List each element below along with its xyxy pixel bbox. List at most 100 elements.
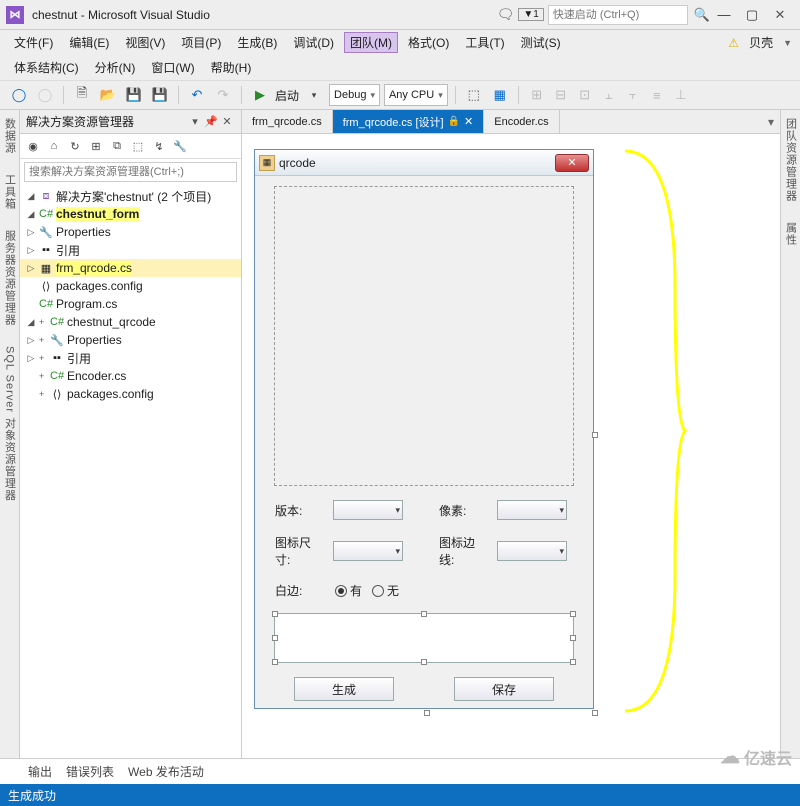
- menu-team[interactable]: 团队(M): [344, 32, 398, 53]
- properties-node-1[interactable]: ▷🔧Properties: [20, 223, 241, 241]
- button-save[interactable]: 保存: [454, 677, 554, 701]
- search-icon[interactable]: 🔍: [694, 7, 710, 23]
- refs-node-2[interactable]: ▷+▪▪引用: [20, 349, 241, 367]
- rail-sql-server[interactable]: SQL Server 对象资源管理器: [2, 342, 18, 505]
- solution-node[interactable]: ◢⧈解决方案'chestnut' (2 个项目): [20, 187, 241, 205]
- warning-icon[interactable]: ⚠: [728, 36, 739, 50]
- align-icon-5[interactable]: ⫟: [622, 84, 644, 106]
- menu-edit[interactable]: 编辑(E): [63, 32, 115, 53]
- wrench-icon[interactable]: 🔧: [171, 137, 189, 155]
- combo-iconborder[interactable]: ▾: [497, 541, 567, 561]
- form-window[interactable]: ▦ qrcode ✕ 版本: ▾ 像素: ▾: [254, 149, 594, 709]
- menu-shell[interactable]: 贝壳: [743, 32, 779, 53]
- button-generate[interactable]: 生成: [294, 677, 394, 701]
- combo-iconsize[interactable]: ▾: [333, 541, 403, 561]
- start-dropdown[interactable]: ▾: [303, 84, 325, 106]
- menu-test[interactable]: 测试(S): [515, 32, 567, 53]
- panel-close-icon[interactable]: ✕: [219, 114, 235, 130]
- menu-format[interactable]: 格式(O): [402, 32, 455, 53]
- align-icon-6[interactable]: ≡: [646, 84, 668, 106]
- menu-arch[interactable]: 体系结构(C): [8, 57, 85, 78]
- encoder-node[interactable]: +C#Encoder.cs: [20, 367, 241, 385]
- packages-node-2[interactable]: +⟨⟩packages.config: [20, 385, 241, 403]
- tab-close-icon[interactable]: ✕: [464, 115, 473, 128]
- align-icon-4[interactable]: ⫠: [598, 84, 620, 106]
- frm-qrcode-node[interactable]: ▷▦frm_qrcode.cs: [20, 259, 241, 277]
- menu-project[interactable]: 项目(P): [175, 32, 227, 53]
- textbox-input[interactable]: [274, 613, 574, 663]
- config-dropdown[interactable]: Debug▾: [329, 84, 380, 106]
- tab-frm-qrcode-design[interactable]: frm_qrcode.cs [设计]🔒✕: [333, 110, 485, 133]
- form-close-button[interactable]: ✕: [555, 154, 589, 172]
- nav-fwd-icon[interactable]: ◯: [34, 84, 56, 106]
- save-icon[interactable]: 💾: [123, 84, 145, 106]
- tab-output[interactable]: 输出: [28, 763, 52, 780]
- menu-tools[interactable]: 工具(T): [459, 32, 510, 53]
- tab-encoder-cs[interactable]: Encoder.cs: [484, 110, 559, 133]
- rail-server-explorer[interactable]: 服务器资源管理器: [2, 226, 18, 330]
- rail-team-explorer[interactable]: 团队资源管理器: [783, 114, 799, 206]
- solution-search-input[interactable]: [24, 162, 237, 182]
- align-icon[interactable]: ⊞: [526, 84, 548, 106]
- menu-window[interactable]: 窗口(W): [145, 57, 200, 78]
- combo-version[interactable]: ▾: [333, 500, 403, 520]
- chevron-down-icon[interactable]: ▼: [783, 38, 792, 48]
- properties-node-2[interactable]: ▷+🔧Properties: [20, 331, 241, 349]
- tool-icon-1[interactable]: ⬚: [463, 84, 485, 106]
- nav-back-icon[interactable]: ◯: [8, 84, 30, 106]
- tab-frm-qrcode-cs[interactable]: frm_qrcode.cs: [242, 110, 333, 133]
- save-all-icon[interactable]: 💾: [149, 84, 171, 106]
- form-designer[interactable]: ▦ qrcode ✕ 版本: ▾ 像素: ▾: [254, 149, 594, 714]
- restore-button[interactable]: ▢: [738, 4, 766, 26]
- menu-analyze[interactable]: 分析(N): [89, 57, 142, 78]
- platform-dropdown[interactable]: Any CPU▾: [384, 84, 448, 106]
- designer-canvas[interactable]: ▦ qrcode ✕ 版本: ▾ 像素: ▾: [242, 134, 780, 758]
- pin-icon[interactable]: 📌: [203, 114, 219, 130]
- menu-file[interactable]: 文件(F): [8, 32, 59, 53]
- align-icon-3[interactable]: ⊡: [574, 84, 596, 106]
- start-label[interactable]: 启动: [275, 87, 299, 104]
- align-icon-2[interactable]: ⊟: [550, 84, 572, 106]
- se-tool-4[interactable]: ⧉: [108, 137, 126, 155]
- program-node[interactable]: C#Program.cs: [20, 295, 241, 313]
- annotation-brace: [620, 146, 690, 716]
- start-icon[interactable]: ▶: [249, 84, 271, 106]
- project-node-2[interactable]: ◢+C#chestnut_qrcode: [20, 313, 241, 331]
- se-tool-5[interactable]: ⬚: [129, 137, 147, 155]
- se-tool-6[interactable]: ↯: [150, 137, 168, 155]
- tool-icon-2[interactable]: ▦: [489, 84, 511, 106]
- undo-icon[interactable]: ↶: [186, 84, 208, 106]
- redo-icon[interactable]: ↷: [212, 84, 234, 106]
- tab-webpublish[interactable]: Web 发布活动: [128, 763, 204, 780]
- align-icon-7[interactable]: ⊥: [670, 84, 692, 106]
- new-project-icon[interactable]: 🗎: [71, 84, 93, 106]
- menu-help[interactable]: 帮助(H): [205, 57, 258, 78]
- home-icon[interactable]: ◉: [24, 137, 42, 155]
- rail-properties[interactable]: 属性: [783, 218, 799, 250]
- menu-debug[interactable]: 调试(D): [287, 32, 340, 53]
- packages-node-1[interactable]: ⟨⟩packages.config: [20, 277, 241, 295]
- se-tool-3[interactable]: ⊞: [87, 137, 105, 155]
- radio-yes[interactable]: 有: [335, 582, 362, 599]
- notification-badge[interactable]: ▼1: [518, 8, 543, 21]
- radio-no[interactable]: 无: [372, 582, 399, 599]
- project-node-1[interactable]: ◢C#chestnut_form: [20, 205, 241, 223]
- refs-node-1[interactable]: ▷▪▪引用: [20, 241, 241, 259]
- picturebox[interactable]: [274, 186, 574, 486]
- tab-errors[interactable]: 错误列表: [66, 763, 114, 780]
- rail-data-sources[interactable]: 数据源: [2, 114, 18, 158]
- panel-menu-icon[interactable]: ▾: [187, 114, 203, 130]
- quicklaunch-input[interactable]: [548, 5, 688, 25]
- se-tool-1[interactable]: ⌂: [45, 137, 63, 155]
- tab-overflow[interactable]: ▾: [762, 110, 780, 133]
- combo-pixel[interactable]: ▾: [497, 500, 567, 520]
- close-button[interactable]: ✕: [766, 4, 794, 26]
- open-icon[interactable]: 📂: [97, 84, 119, 106]
- feedback-icon[interactable]: 🗨: [497, 6, 515, 23]
- menu-view[interactable]: 视图(V): [119, 32, 171, 53]
- rail-toolbox[interactable]: 工具箱: [2, 170, 18, 214]
- menu-build[interactable]: 生成(B): [231, 32, 283, 53]
- se-tool-2[interactable]: ↻: [66, 137, 84, 155]
- minimize-button[interactable]: —: [710, 4, 738, 26]
- label-version: 版本:: [275, 502, 325, 519]
